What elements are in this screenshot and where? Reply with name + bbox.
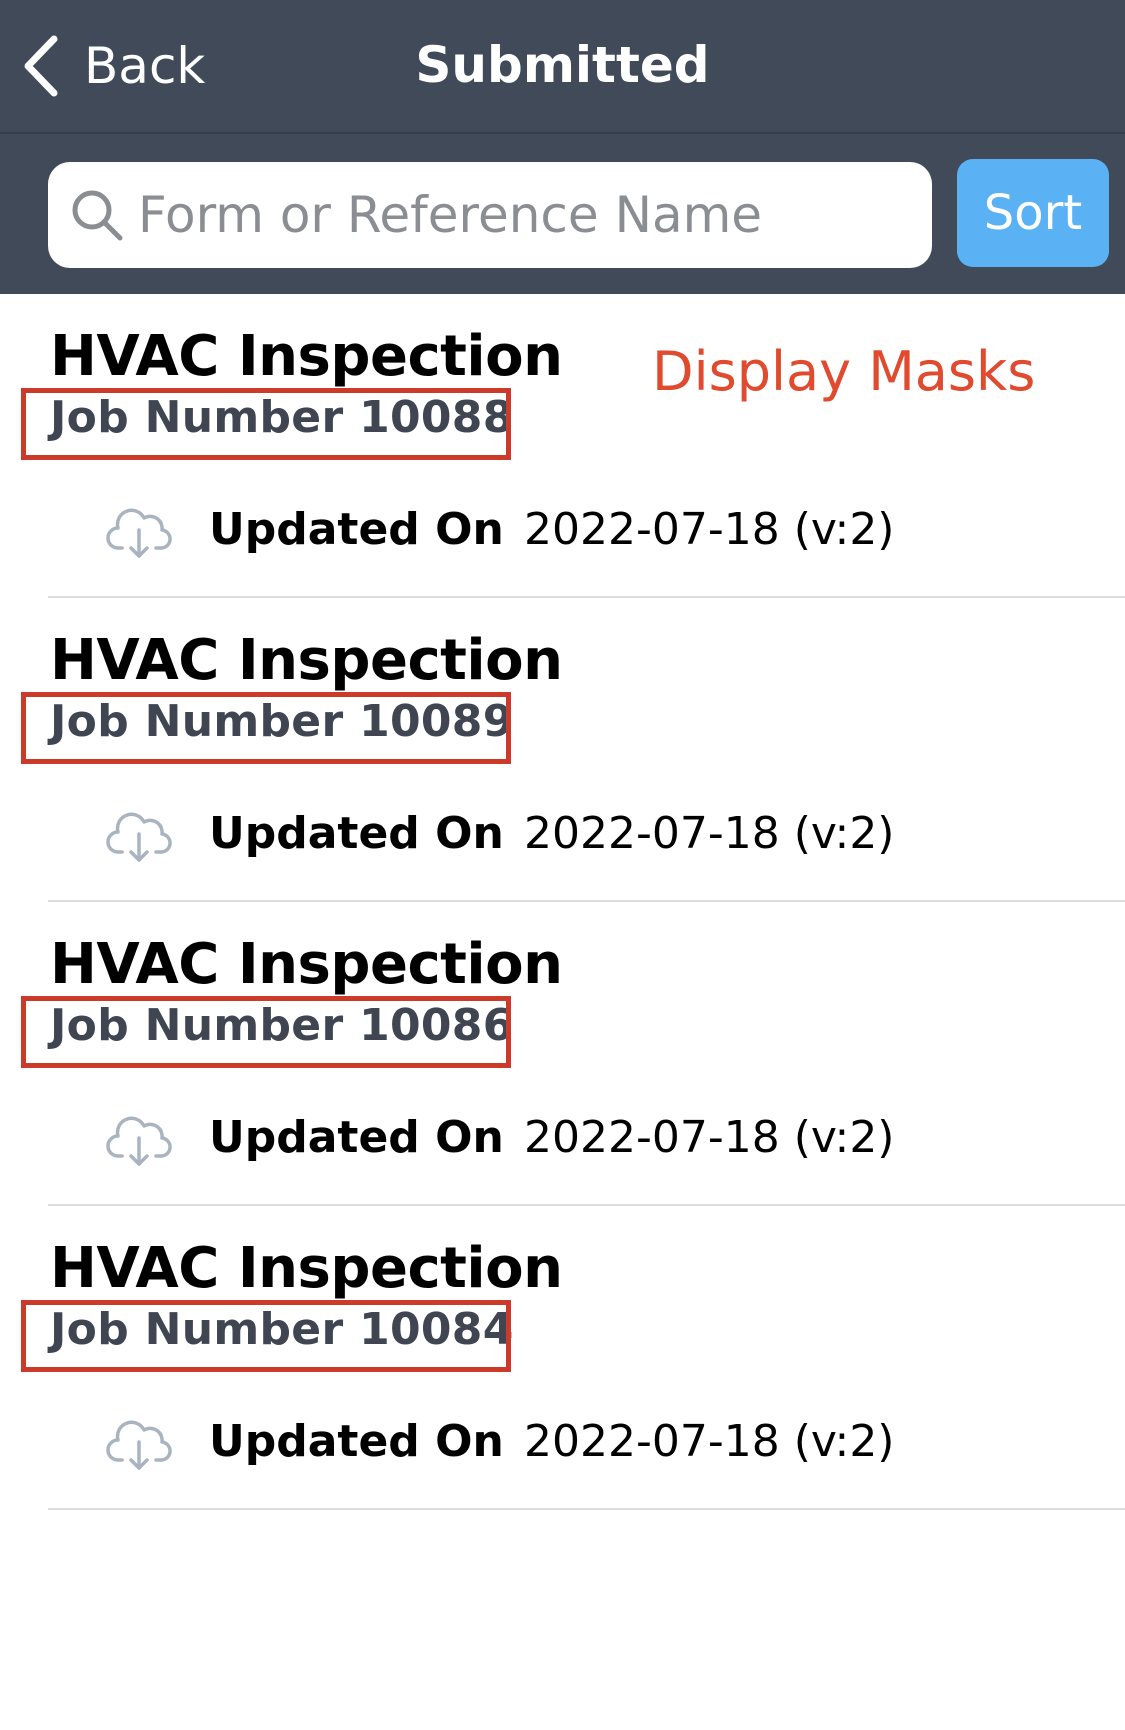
display-mask-highlight: [21, 996, 511, 1068]
item-title: HVAC Inspection: [50, 1236, 563, 1301]
updated-label: Updated On: [209, 808, 504, 859]
navigation-bar: Back Submitted: [0, 0, 1125, 134]
item-title: HVAC Inspection: [50, 932, 563, 997]
item-title: HVAC Inspection: [50, 324, 563, 389]
updated-value: 2022-07-18 (v:2): [524, 1112, 895, 1163]
list-item[interactable]: HVAC Inspection Job Number 10086 Updated…: [0, 902, 1125, 1206]
updated-label: Updated On: [209, 1112, 504, 1163]
updated-value: 2022-07-18 (v:2): [524, 808, 895, 859]
display-mask-highlight: [21, 1300, 511, 1372]
cloud-download-icon[interactable]: [106, 808, 172, 864]
item-title: HVAC Inspection: [50, 628, 563, 693]
row-divider: [48, 1508, 1125, 1510]
search-icon: [72, 190, 123, 241]
list-item[interactable]: HVAC Inspection Job Number 10089 Updated…: [0, 598, 1125, 902]
updated-label: Updated On: [209, 504, 504, 555]
sort-button[interactable]: Sort: [957, 159, 1109, 267]
display-masks-annotation: Display Masks: [652, 340, 1036, 403]
search-bar: Sort: [0, 134, 1125, 294]
updated-value: 2022-07-18 (v:2): [524, 1416, 895, 1467]
cloud-download-icon[interactable]: [106, 1112, 172, 1168]
cloud-download-icon[interactable]: [106, 504, 172, 560]
submitted-list: HVAC Inspection Job Number 10088 Updated…: [0, 294, 1125, 1510]
display-mask-highlight: [21, 388, 511, 460]
list-item[interactable]: HVAC Inspection Job Number 10084 Updated…: [0, 1206, 1125, 1510]
cloud-download-icon[interactable]: [106, 1416, 172, 1472]
page-title: Submitted: [415, 36, 710, 94]
search-input[interactable]: [138, 162, 918, 268]
search-field[interactable]: [48, 162, 932, 268]
display-mask-highlight: [21, 692, 511, 764]
updated-value: 2022-07-18 (v:2): [524, 504, 895, 555]
updated-label: Updated On: [209, 1416, 504, 1467]
